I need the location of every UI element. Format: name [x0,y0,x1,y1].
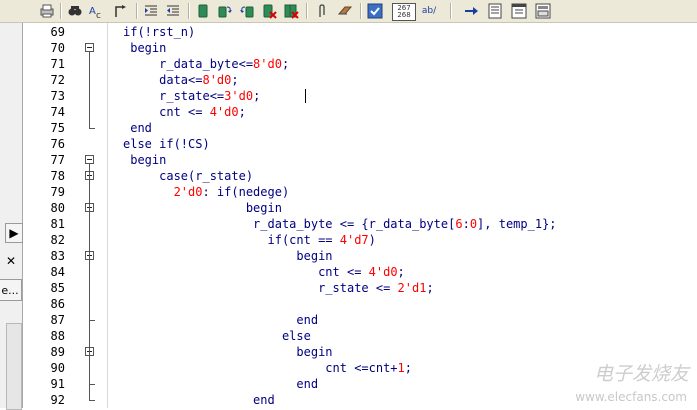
code-line[interactable]: if(cnt == 4'd7) [123,232,375,248]
arrow-right-icon[interactable] [462,3,480,19]
eraser-icon[interactable] [336,3,354,19]
page-icon[interactable] [486,3,504,19]
attach-icon[interactable] [314,3,330,19]
code-line[interactable]: cnt <=cnt+1; [123,360,412,376]
bookmark-toggle-icon[interactable] [194,3,212,19]
fold-toggle-icon[interactable] [85,43,94,52]
line-number-gutter: 69 70 71 72 73 74 75 76 77 78 79 80 81 82 83 84 85 86 87 88… [23,23,108,408]
code-line[interactable]: begin [123,248,332,264]
code-line[interactable]: case(r_state) [123,168,253,184]
line-number: 92 [50,393,65,407]
panel-expand-button[interactable]: ▶ [5,223,23,243]
close-icon: ✕ [5,254,17,268]
line-number: 69 [50,25,65,39]
print-icon[interactable] [38,3,56,19]
line-number: 78 [50,169,65,183]
fold-guide [89,52,90,128]
code-line[interactable]: else [123,328,311,344]
left-panel: ▶ ✕ e... [0,23,23,410]
code-line[interactable]: 2'd0: if(nedege) [123,184,290,200]
toolbar: Ac 267 268 ab/ [0,0,697,23]
line-number: 72 [50,73,65,87]
replace-icon[interactable]: Ac [88,3,106,19]
line-number: 88 [50,329,65,343]
fold-end-marker [89,400,95,401]
code-line[interactable]: end [123,312,318,328]
line-number: 76 [50,137,65,151]
bookmark-next-icon[interactable] [216,3,234,19]
code-line[interactable]: end [123,376,318,392]
line-number: 83 [50,249,65,263]
outdent-icon[interactable] [164,3,182,19]
code-line[interactable]: end [123,392,275,408]
line-number: 74 [50,105,65,119]
indent-icon[interactable] [142,3,160,19]
line-numbers-icon[interactable]: 267 268 [392,3,416,21]
line-number: 79 [50,185,65,199]
bookmark-prev-icon[interactable] [238,3,256,19]
fold-guide [89,260,90,320]
code-line[interactable]: begin [123,152,166,168]
line-number: 73 [50,89,65,103]
fold-guide [89,356,90,384]
bookmark-clear-all-icon[interactable] [282,3,300,19]
svg-text:A: A [89,6,96,17]
spell-icon[interactable]: ab/ [418,3,440,19]
goto-icon[interactable] [112,3,130,19]
code-line[interactable]: cnt <= 4'd0; [123,104,246,120]
line-number: 86 [50,297,65,311]
line-number: 89 [50,345,65,359]
fold-toggle-icon[interactable] [85,155,94,164]
watermark: 电子发烧友 [593,363,689,385]
find-icon[interactable] [66,3,84,19]
line-number: 82 [50,233,65,247]
panel-scrollbar[interactable] [6,323,22,410]
line-number: 80 [50,201,65,215]
panel-options-button[interactable]: e... [0,279,22,301]
code-line[interactable]: cnt <= 4'd0; [123,264,405,280]
code-line[interactable]: data<=8'd0; [123,72,239,88]
code-line[interactable]: begin [123,40,166,56]
window-icon[interactable] [510,3,528,19]
code-line[interactable]: begin [123,344,332,360]
code-line[interactable]: r_state <= 2'd1; [123,280,434,296]
code-line[interactable]: if(!rst_n) [123,24,195,40]
watermark-url: www.elecfans.com [575,390,687,404]
play-icon: ▶ [9,226,19,240]
check-icon[interactable] [366,3,384,19]
fold-end-marker [89,128,95,129]
code-line[interactable]: r_state<=3'd0; [123,88,260,104]
line-number: 85 [50,281,65,295]
line-number: 70 [50,41,65,55]
line-number: 87 [50,313,65,327]
svg-text:c: c [96,11,101,19]
panel-icon[interactable] [534,3,552,19]
code-line[interactable]: end [123,120,152,136]
line-number: 81 [50,217,65,231]
line-number: 77 [50,153,65,167]
panel-close-button[interactable]: ✕ [2,253,20,269]
code-line[interactable]: r_data_byte <= {r_data_byte[6:0], temp_1… [123,216,557,232]
text-cursor [305,89,306,103]
line-number: 90 [50,361,65,375]
line-number: 71 [50,57,65,71]
code-editor[interactable]: if(!rst_n) begin r_data_byte<=8'd0; data… [108,23,697,408]
line-number: 91 [50,377,65,391]
line-number: 75 [50,121,65,135]
code-line[interactable]: r_data_byte<=8'd0; [123,56,289,72]
code-line[interactable]: begin [123,200,282,216]
bookmark-clear-icon[interactable] [260,3,278,19]
code-line[interactable]: else if(!CS) [123,136,210,152]
line-number: 84 [50,265,65,279]
